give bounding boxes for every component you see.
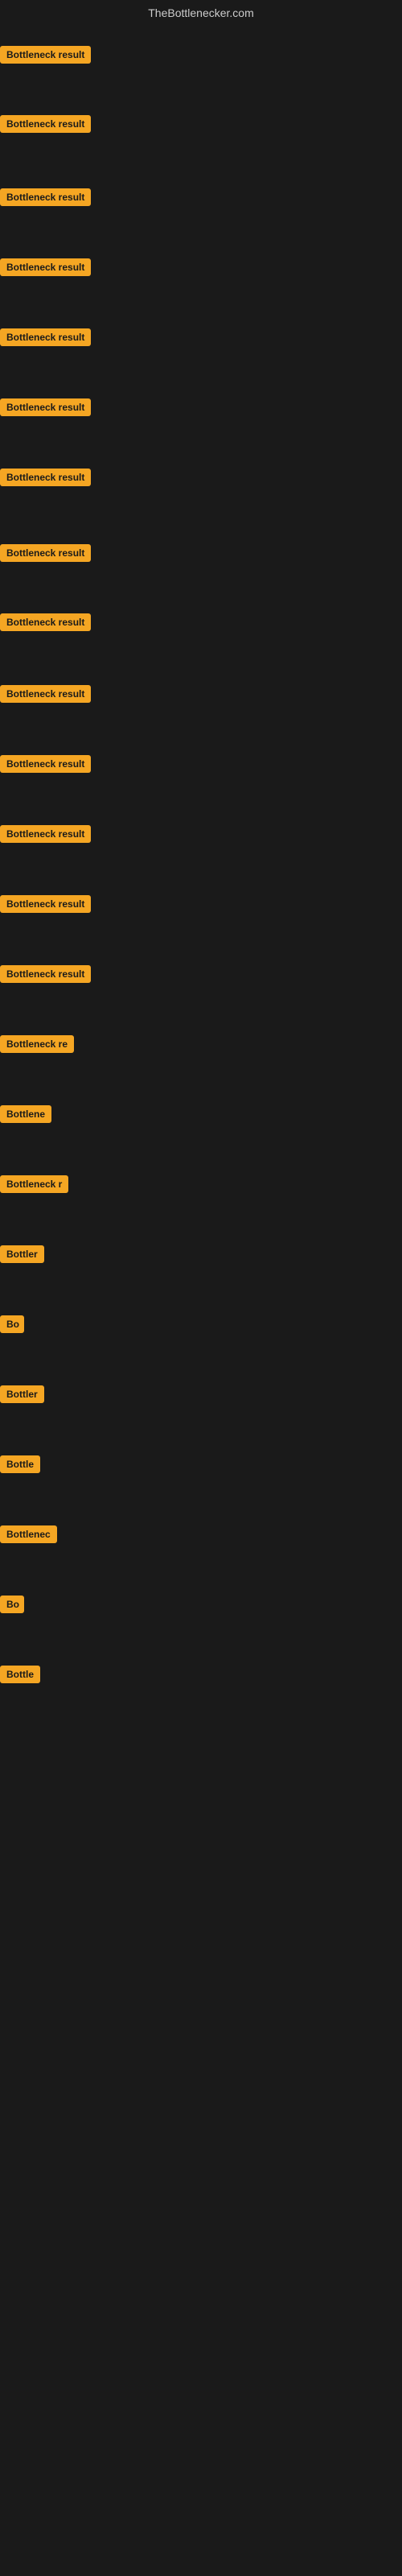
bottleneck-badge-23: Bo: [0, 1596, 24, 1613]
bottleneck-result-item-20: Bottler: [0, 1385, 44, 1407]
bottleneck-badge-13: Bottleneck result: [0, 895, 91, 913]
bottleneck-result-item-7: Bottleneck result: [0, 469, 91, 490]
bottleneck-badge-8: Bottleneck result: [0, 544, 91, 562]
bottleneck-badge-10: Bottleneck result: [0, 685, 91, 703]
bottleneck-result-item-9: Bottleneck result: [0, 613, 91, 635]
bottleneck-result-item-6: Bottleneck result: [0, 398, 91, 420]
bottleneck-badge-4: Bottleneck result: [0, 258, 91, 276]
bottleneck-badge-18: Bottler: [0, 1245, 44, 1263]
bottleneck-badge-21: Bottle: [0, 1455, 40, 1473]
site-title: TheBottlenecker.com: [0, 0, 402, 26]
bottleneck-badge-5: Bottleneck result: [0, 328, 91, 346]
bottleneck-result-item-23: Bo: [0, 1596, 24, 1617]
bottleneck-result-item-22: Bottlenec: [0, 1525, 57, 1547]
bottleneck-badge-7: Bottleneck result: [0, 469, 91, 486]
bottleneck-badge-2: Bottleneck result: [0, 115, 91, 133]
bottleneck-badge-20: Bottler: [0, 1385, 44, 1403]
bottleneck-badge-9: Bottleneck result: [0, 613, 91, 631]
bottleneck-result-item-12: Bottleneck result: [0, 825, 91, 847]
bottleneck-result-item-15: Bottleneck re: [0, 1035, 74, 1057]
bottleneck-badge-17: Bottleneck r: [0, 1175, 68, 1193]
bottleneck-result-item-2: Bottleneck result: [0, 115, 91, 137]
bottleneck-result-item-24: Bottle: [0, 1666, 40, 1687]
bottleneck-result-item-5: Bottleneck result: [0, 328, 91, 350]
bottleneck-badge-15: Bottleneck re: [0, 1035, 74, 1053]
bottleneck-badge-24: Bottle: [0, 1666, 40, 1683]
bottleneck-badge-12: Bottleneck result: [0, 825, 91, 843]
bottleneck-badge-11: Bottleneck result: [0, 755, 91, 773]
bottleneck-result-item-19: Bo: [0, 1315, 24, 1337]
bottleneck-badge-19: Bo: [0, 1315, 24, 1333]
bottleneck-result-item-14: Bottleneck result: [0, 965, 91, 987]
bottleneck-result-item-16: Bottlene: [0, 1105, 51, 1127]
bottleneck-result-item-10: Bottleneck result: [0, 685, 91, 707]
bottleneck-badge-22: Bottlenec: [0, 1525, 57, 1543]
bottleneck-result-item-13: Bottleneck result: [0, 895, 91, 917]
bottleneck-badge-14: Bottleneck result: [0, 965, 91, 983]
bottleneck-badge-16: Bottlene: [0, 1105, 51, 1123]
bottleneck-badge-6: Bottleneck result: [0, 398, 91, 416]
bottleneck-result-item-4: Bottleneck result: [0, 258, 91, 280]
bottleneck-result-item-17: Bottleneck r: [0, 1175, 68, 1197]
bottleneck-badge-1: Bottleneck result: [0, 46, 91, 64]
bottleneck-result-item-1: Bottleneck result: [0, 46, 91, 68]
bottleneck-result-item-21: Bottle: [0, 1455, 40, 1477]
bottleneck-result-item-8: Bottleneck result: [0, 544, 91, 566]
bottleneck-result-item-3: Bottleneck result: [0, 188, 91, 210]
bottleneck-result-item-18: Bottler: [0, 1245, 44, 1267]
bottleneck-badge-3: Bottleneck result: [0, 188, 91, 206]
bottleneck-result-item-11: Bottleneck result: [0, 755, 91, 777]
